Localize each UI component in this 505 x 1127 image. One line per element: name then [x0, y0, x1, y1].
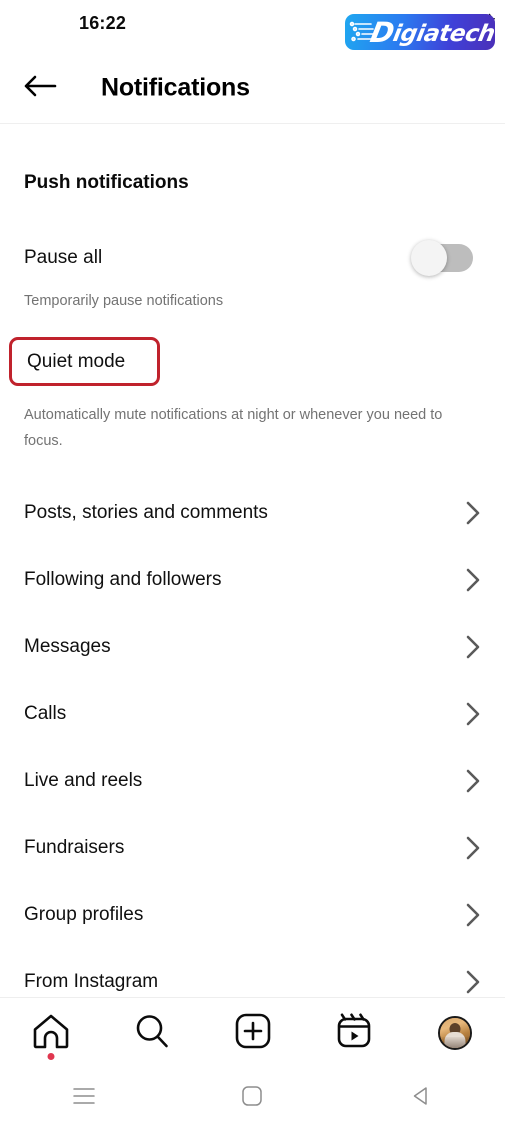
list-item-label: Live and reels [24, 769, 143, 791]
page-title: Notifications [101, 73, 250, 101]
pause-all-row[interactable]: Pause all [0, 238, 505, 278]
avatar-shade [439, 1036, 470, 1048]
recents-icon [72, 1086, 96, 1111]
tab-profile[interactable] [404, 998, 505, 1070]
list-item-calls[interactable]: Calls [0, 680, 505, 747]
quiet-mode-label: Quiet mode [27, 350, 126, 372]
list-item-following-and-followers[interactable]: Following and followers [0, 546, 505, 613]
list-item-messages[interactable]: Messages [0, 613, 505, 680]
bottom-tab-bar [0, 998, 505, 1070]
list-item-label: Group profiles [24, 903, 144, 925]
pause-all-toggle[interactable] [411, 240, 473, 276]
status-time: 16:22 [79, 13, 127, 33]
digiatech-watermark-logo: Digiatech [345, 14, 495, 50]
list-item-label: Messages [24, 635, 111, 657]
chevron-right-icon [466, 836, 481, 860]
arrow-left-icon [23, 73, 57, 104]
chevron-right-icon [466, 568, 481, 592]
list-item-fundraisers[interactable]: Fundraisers [0, 814, 505, 881]
toggle-knob [411, 240, 447, 276]
phone-screen: 16:22 Digiatech Notifications Push notif… [0, 0, 505, 1127]
quiet-mode-description: Automatically mute notifications at nigh… [24, 407, 443, 449]
chevron-right-icon [466, 970, 481, 994]
chevron-right-icon [466, 903, 481, 927]
search-icon [132, 1012, 172, 1055]
status-bar: 16:22 Digiatech [0, 0, 505, 52]
list-item-label: Fundraisers [24, 836, 125, 858]
watermark-rest: igiatech [390, 20, 495, 47]
list-item-posts-stories-comments[interactable]: Posts, stories and comments [0, 479, 505, 546]
pause-all-label: Pause all [24, 247, 103, 268]
sysnav-home-button[interactable] [168, 1070, 336, 1127]
notification-settings-list: Posts, stories and comments Following an… [0, 479, 505, 997]
watermark-text: Digiatech [368, 15, 495, 49]
section-title-push-notifications: Push notifications [24, 172, 189, 193]
chevron-right-icon [466, 702, 481, 726]
list-item-label: Posts, stories and comments [24, 501, 268, 523]
reels-icon [335, 1012, 373, 1055]
chevron-right-icon [466, 635, 481, 659]
home-square-icon [241, 1085, 263, 1112]
tab-reels[interactable] [303, 998, 404, 1070]
list-item-label: Calls [24, 702, 67, 724]
back-button[interactable] [20, 70, 60, 106]
list-item-live-and-reels[interactable]: Live and reels [0, 747, 505, 814]
app-header: Notifications [0, 52, 505, 123]
list-item-group-profiles[interactable]: Group profiles [0, 881, 505, 948]
sysnav-recents-button[interactable] [0, 1070, 168, 1127]
home-badge-dot [47, 1053, 54, 1060]
create-icon [234, 1012, 272, 1055]
tab-home[interactable] [0, 998, 101, 1070]
tab-create[interactable] [202, 998, 303, 1070]
chevron-right-icon [466, 769, 481, 793]
home-icon [31, 1012, 71, 1055]
settings-content: Push notifications Pause all Temporarily… [0, 124, 505, 997]
list-item-from-instagram[interactable]: From Instagram [0, 948, 505, 997]
back-triangle-icon [410, 1085, 432, 1112]
chevron-right-icon [466, 501, 481, 525]
quiet-mode-row-highlighted[interactable]: Quiet mode [9, 337, 160, 386]
android-system-nav [0, 1070, 505, 1127]
profile-avatar [437, 1016, 472, 1050]
tab-search[interactable] [101, 998, 202, 1070]
sysnav-back-button[interactable] [337, 1070, 505, 1127]
list-item-label: Following and followers [24, 568, 222, 590]
pause-all-description: Temporarily pause notifications [24, 293, 224, 309]
list-item-label: From Instagram [24, 970, 159, 992]
